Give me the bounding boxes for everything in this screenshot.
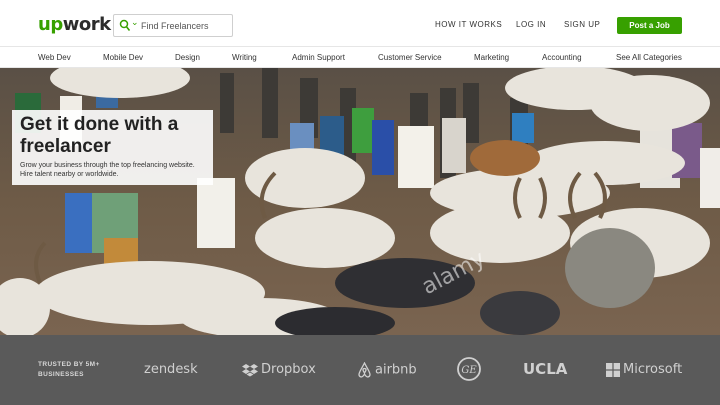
category-see-all[interactable]: See All Categories [616, 53, 682, 62]
hero-photo [0, 68, 720, 335]
category-web-dev[interactable]: Web Dev [38, 53, 71, 62]
search-box[interactable]: ⌄ [113, 14, 233, 37]
log-in-link[interactable]: LOG IN [516, 20, 546, 29]
brand-microsoft: Microsoft [606, 362, 682, 377]
trusted-by-bar: TRUSTED BY 5M+ BUSINESSES zendesk Dropbo… [0, 335, 720, 405]
windows-icon [606, 362, 620, 377]
brand-dropbox: Dropbox [242, 362, 316, 377]
upwork-logo[interactable]: upwork [38, 14, 111, 35]
top-navigation-bar: upwork ⌄ HOW IT WORKS LOG IN SIGN UP Pos… [0, 0, 720, 46]
how-it-works-link[interactable]: HOW IT WORKS [435, 20, 502, 29]
chevron-down-icon[interactable]: ⌄ [131, 18, 139, 28]
hero-text-card: Get it done with a freelancer Grow your … [12, 110, 213, 185]
search-input[interactable] [141, 18, 231, 34]
svg-text:GE: GE [461, 365, 477, 376]
dropbox-icon [242, 363, 258, 376]
category-marketing[interactable]: Marketing [474, 53, 509, 62]
brand-zendesk: zendesk [144, 362, 198, 377]
category-writing[interactable]: Writing [232, 53, 257, 62]
brand-airbnb: airbnb [357, 361, 417, 378]
category-accounting[interactable]: Accounting [542, 53, 582, 62]
hero-banner: alamy Get it done with a freelancer Grow… [0, 68, 720, 335]
search-icon [119, 19, 131, 32]
brand-ge: GE [457, 357, 484, 381]
category-design[interactable]: Design [175, 53, 200, 62]
sign-up-link[interactable]: SIGN UP [564, 20, 600, 29]
category-mobile-dev[interactable]: Mobile Dev [103, 53, 143, 62]
hero-subtitle: Grow your business through the top freel… [20, 162, 195, 178]
ge-icon: GE [457, 357, 481, 381]
trusted-by-label: TRUSTED BY 5M+ BUSINESSES [38, 361, 100, 378]
brand-ucla: UCLA [523, 360, 568, 378]
category-bar: Web Dev Mobile Dev Design Writing Admin … [0, 46, 720, 68]
airbnb-icon [358, 361, 371, 378]
category-customer-service[interactable]: Customer Service [378, 53, 442, 62]
post-a-job-button[interactable]: Post a Job [617, 17, 682, 34]
category-admin-support[interactable]: Admin Support [292, 53, 345, 62]
hero-title: Get it done with a freelancer [20, 114, 179, 157]
